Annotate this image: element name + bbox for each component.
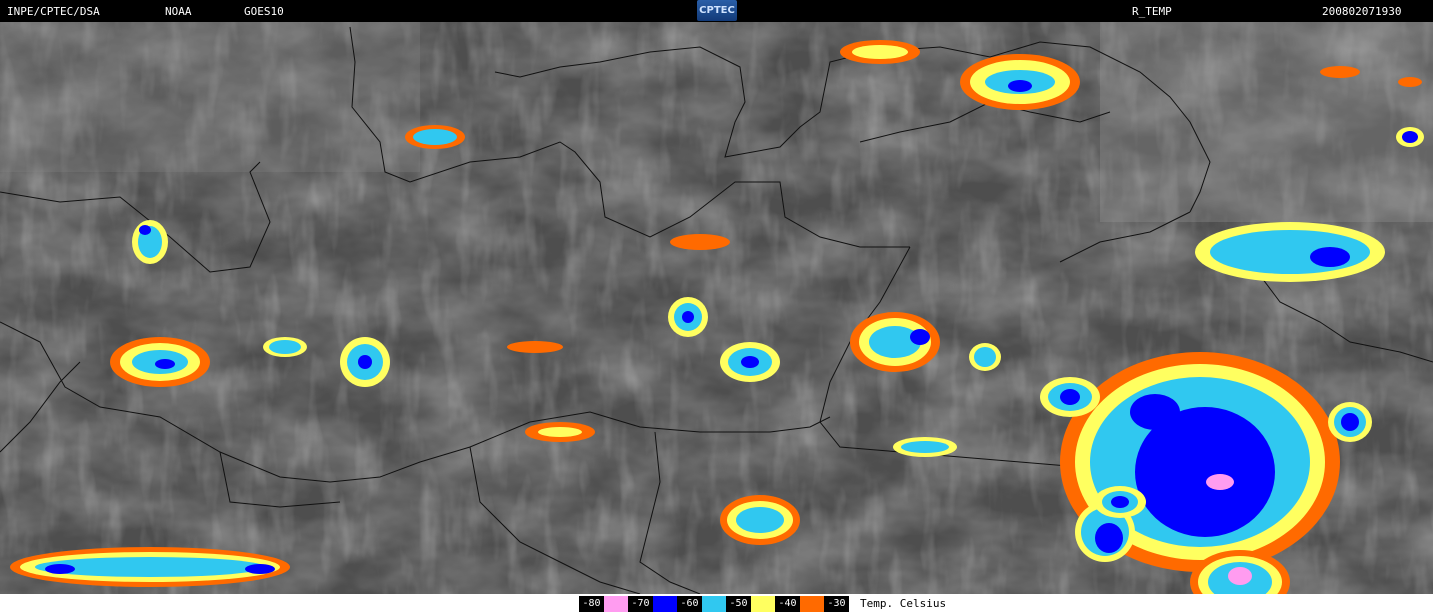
agency-label: NOAA bbox=[165, 5, 192, 18]
northwest-cloud-band bbox=[0, 22, 420, 172]
legend-swatch bbox=[702, 596, 726, 612]
institution-label: INPE/CPTEC/DSA bbox=[7, 5, 100, 18]
cptec-logo: CPTEC bbox=[697, 0, 737, 21]
legend-label: -80 bbox=[579, 596, 604, 612]
legend-label: -70 bbox=[628, 596, 653, 612]
legend-label: -40 bbox=[775, 596, 800, 612]
logo-text: CPTEC bbox=[699, 5, 735, 16]
temperature-legend: -80 -70 -60 -50 -40 -30 Temp. Celsius bbox=[0, 594, 1433, 614]
legend-swatch bbox=[751, 596, 775, 612]
legend-swatch bbox=[604, 596, 628, 612]
product-label: R_TEMP bbox=[1132, 5, 1172, 18]
legend-label: -60 bbox=[677, 596, 702, 612]
legend-label: -30 bbox=[824, 596, 849, 612]
satellite-imagery-svg bbox=[0, 22, 1433, 594]
image-header: INPE/CPTEC/DSA NOAA GOES10 CPTEC R_TEMP … bbox=[0, 0, 1433, 22]
satellite-image bbox=[0, 22, 1433, 594]
legend-swatch bbox=[653, 596, 677, 612]
legend-label: -50 bbox=[726, 596, 751, 612]
northeast-cloud-band bbox=[1100, 22, 1433, 222]
timestamp-label: 200802071930 bbox=[1322, 5, 1402, 18]
legend-swatch bbox=[800, 596, 824, 612]
satellite-label: GOES10 bbox=[244, 5, 284, 18]
legend-title: Temp. Celsius bbox=[860, 597, 947, 610]
